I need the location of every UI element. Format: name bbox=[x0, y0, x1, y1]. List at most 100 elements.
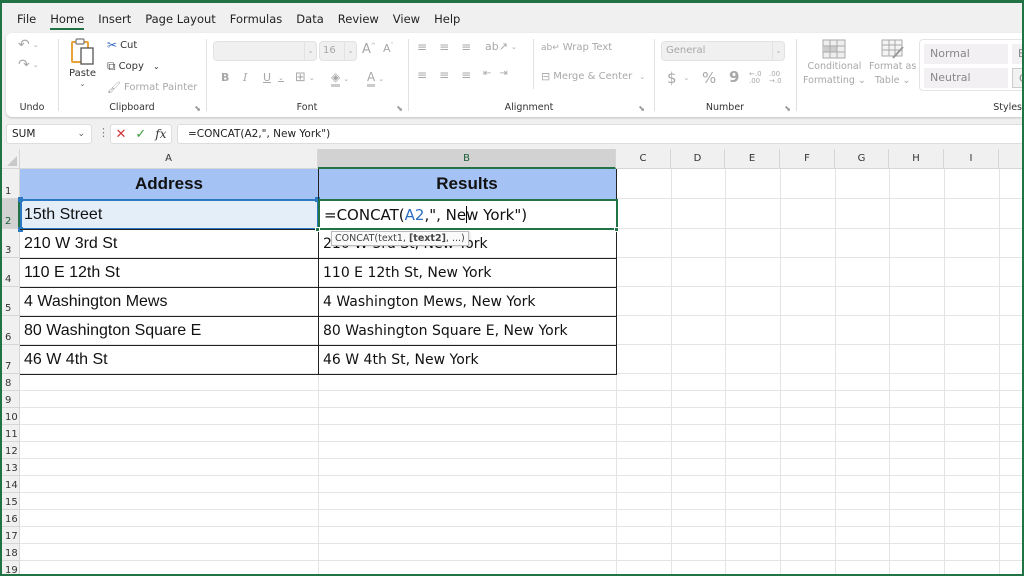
column-header-h[interactable]: H bbox=[889, 149, 944, 169]
vertical-align-buttons[interactable]: ≡ ≡ ≡ bbox=[417, 40, 480, 54]
cell-a2[interactable]: 15th Street bbox=[20, 200, 102, 229]
number-format-dropdown[interactable]: General ⌄ bbox=[661, 41, 785, 61]
fill-handle[interactable] bbox=[614, 227, 619, 232]
cell-a4[interactable]: 110 E 12th St bbox=[20, 258, 120, 287]
formula-input[interactable]: =CONCAT(A2,", New York") bbox=[177, 124, 1022, 144]
column-header-g[interactable]: G bbox=[835, 149, 889, 169]
cut-button[interactable]: ✂ Cut bbox=[107, 38, 137, 52]
font-size-dropdown[interactable]: 16 ⌄ bbox=[319, 41, 357, 61]
italic-button[interactable]: I bbox=[243, 71, 247, 84]
row-header-9[interactable]: 9 bbox=[2, 391, 20, 408]
cell-a1-header[interactable]: Address bbox=[20, 169, 318, 199]
conditional-formatting-button[interactable]: Conditional Formatting ⌄ bbox=[803, 39, 866, 87]
row-header-15[interactable]: 15 bbox=[2, 493, 20, 510]
column-header-e[interactable]: E bbox=[725, 149, 780, 169]
underline-button[interactable]: U ⌄ bbox=[263, 71, 284, 84]
cell-b5[interactable]: 4 Washington Mews, New York bbox=[319, 287, 536, 316]
cell-a6[interactable]: 80 Washington Square E bbox=[20, 316, 201, 345]
bold-button[interactable]: B bbox=[221, 71, 229, 84]
enter-icon[interactable]: ✓ bbox=[135, 127, 146, 142]
cell-b6[interactable]: 80 Washington Square E, New York bbox=[319, 316, 568, 345]
dialog-launcher-icon[interactable]: ⬊ bbox=[194, 104, 201, 113]
dialog-launcher-icon[interactable]: ⬊ bbox=[396, 104, 403, 113]
more-options-icon[interactable]: ⋮ bbox=[98, 126, 109, 139]
row-header-12[interactable]: 12 bbox=[2, 442, 20, 459]
name-box[interactable]: SUM ⌄ bbox=[6, 124, 92, 144]
tab-page-layout[interactable]: Page Layout bbox=[138, 8, 223, 30]
fill-handle[interactable] bbox=[315, 227, 320, 232]
cancel-icon[interactable]: ✕ bbox=[115, 127, 126, 142]
row-header-7[interactable]: 7 bbox=[2, 345, 20, 374]
row-header-2[interactable]: 2 bbox=[2, 199, 20, 229]
borders-button[interactable]: ⊞ ⌄ bbox=[295, 70, 315, 85]
percent-button[interactable]: % bbox=[702, 69, 716, 87]
row-header-14[interactable]: 14 bbox=[2, 476, 20, 493]
tab-data[interactable]: Data bbox=[289, 8, 330, 30]
indent-buttons[interactable]: ⇤ ⇥ bbox=[483, 68, 513, 79]
currency-button[interactable]: $ ⌄ bbox=[667, 69, 689, 87]
format-as-table-button[interactable]: Format as Table ⌄ bbox=[869, 39, 916, 87]
horizontal-align-buttons[interactable]: ≡ ≡ ≡ bbox=[417, 68, 480, 82]
style-calculation[interactable]: Calculation bbox=[1012, 68, 1022, 88]
tab-home[interactable]: Home bbox=[43, 8, 91, 30]
column-header-b[interactable]: B bbox=[318, 149, 616, 169]
decrease-font-button[interactable]: Aˇ bbox=[383, 42, 394, 55]
comma-style-button[interactable]: 9 bbox=[729, 68, 739, 86]
column-header-d[interactable]: D bbox=[671, 149, 725, 169]
style-neutral[interactable]: Neutral bbox=[924, 68, 1008, 88]
row-header-6[interactable]: 6 bbox=[2, 316, 20, 345]
tab-file[interactable]: File bbox=[10, 8, 43, 30]
tab-view[interactable]: View bbox=[386, 8, 427, 30]
paste-button[interactable]: Paste ⌄ bbox=[69, 37, 96, 88]
row-header-4[interactable]: 4 bbox=[2, 258, 20, 287]
dialog-launcher-icon[interactable]: ⬊ bbox=[638, 104, 645, 113]
column-header-a[interactable]: A bbox=[20, 149, 318, 169]
row-header-1[interactable]: 1 bbox=[2, 169, 20, 199]
format-painter-button[interactable]: 🖌 Format Painter bbox=[107, 81, 197, 94]
column-header-i[interactable]: I bbox=[944, 149, 999, 169]
merge-center-button[interactable]: ⊟ Merge & Center ⌄ bbox=[541, 70, 645, 83]
tab-insert[interactable]: Insert bbox=[91, 8, 138, 30]
increase-font-button[interactable]: A^ bbox=[362, 42, 376, 57]
font-color-button[interactable]: A ⌄ bbox=[367, 70, 384, 87]
cell-b2-editor[interactable]: =CONCAT(A2 ,", Ne w York") bbox=[320, 200, 527, 229]
tab-formulas[interactable]: Formulas bbox=[223, 8, 290, 30]
row-header-13[interactable]: 13 bbox=[2, 459, 20, 476]
tab-help[interactable]: Help bbox=[427, 8, 467, 30]
alignment-group: ≡ ≡ ≡ ab↗ ⌄ ≡ ≡ ≡ ⇤ ⇥ ab↵ Wrap Text ⊟ Merge & Ce… bbox=[409, 33, 649, 117]
cell-b4[interactable]: 110 E 12th St, New York bbox=[319, 258, 491, 287]
row-header-11[interactable]: 11 bbox=[2, 425, 20, 442]
row-header-5[interactable]: 5 bbox=[2, 287, 20, 316]
increase-decimal-button[interactable]: ←.0.00 bbox=[749, 71, 762, 85]
row-header-10[interactable]: 10 bbox=[2, 408, 20, 425]
dialog-launcher-icon[interactable]: ⬊ bbox=[784, 104, 791, 113]
row-header-3[interactable]: 3 bbox=[2, 229, 20, 258]
row-header-19[interactable]: 19 bbox=[2, 561, 20, 574]
tab-review[interactable]: Review bbox=[331, 8, 386, 30]
insert-function-icon[interactable]: fx bbox=[155, 127, 166, 141]
font-name-dropdown[interactable]: ⌄ bbox=[213, 41, 317, 61]
row-header-8[interactable]: 8 bbox=[2, 374, 20, 391]
cell-b1-header[interactable]: Results bbox=[318, 169, 616, 199]
column-header-c[interactable]: C bbox=[616, 149, 671, 169]
wrap-text-button[interactable]: ab↵ Wrap Text bbox=[541, 42, 612, 53]
column-header-f[interactable]: F bbox=[780, 149, 835, 169]
style-bad[interactable]: Bad bbox=[1012, 44, 1022, 64]
row-header-16[interactable]: 16 bbox=[2, 510, 20, 527]
fill-color-button[interactable]: ◈ ⌄ bbox=[331, 70, 349, 87]
style-normal[interactable]: Normal bbox=[924, 44, 1008, 64]
select-all-button[interactable] bbox=[2, 149, 20, 169]
row-header-17[interactable]: 17 bbox=[2, 527, 20, 544]
orientation-button[interactable]: ab↗ ⌄ bbox=[485, 40, 517, 53]
column-header-j[interactable] bbox=[999, 149, 1022, 169]
cell-a3[interactable]: 210 W 3rd St bbox=[20, 229, 117, 258]
decrease-decimal-button[interactable]: .00 →.0 bbox=[769, 71, 782, 85]
undo-button[interactable]: ↶ ⌄ bbox=[18, 37, 39, 53]
redo-button[interactable]: ↷ ⌄ bbox=[18, 57, 39, 73]
cell-b7[interactable]: 46 W 4th St, New York bbox=[319, 345, 479, 374]
row-header-18[interactable]: 18 bbox=[2, 544, 20, 561]
gridline bbox=[20, 441, 1022, 442]
cell-a7[interactable]: 46 W 4th St bbox=[20, 345, 108, 374]
copy-button[interactable]: ⧉ Copy ⌄ bbox=[107, 59, 160, 74]
cell-a5[interactable]: 4 Washington Mews bbox=[20, 287, 167, 316]
